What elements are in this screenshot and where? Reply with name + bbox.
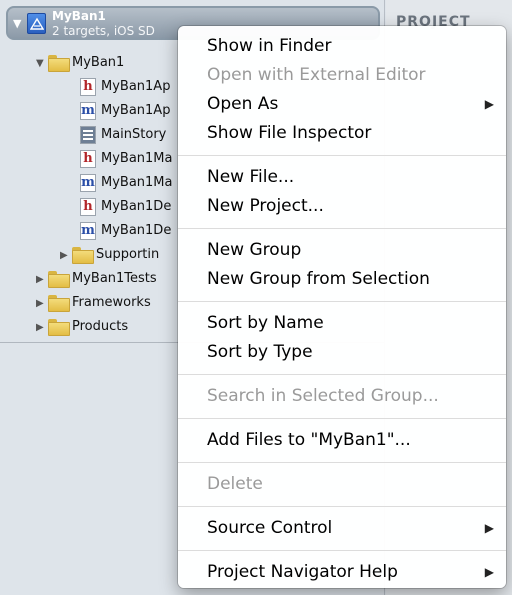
tree-item-label: Products	[72, 319, 129, 334]
tree-item-label: MyBan1Tests	[72, 271, 157, 286]
menu-separator	[178, 301, 506, 302]
menu-item-sort-by-type[interactable]: Sort by Type	[178, 338, 506, 367]
storyboard-file-icon	[80, 125, 96, 144]
menu-item-add-files[interactable]: Add Files to "MyBan1"...	[178, 426, 506, 455]
menu-item-new-file[interactable]: New File...	[178, 163, 506, 192]
tree-item-file[interactable]: MainStory	[80, 124, 166, 146]
header-file-icon: h	[80, 77, 96, 96]
tree-item-label: MainStory	[101, 127, 167, 142]
tree-item-group[interactable]: ▶ Supportin	[60, 244, 159, 266]
disclosure-closed-icon[interactable]: ▶	[36, 293, 48, 315]
folder-icon	[72, 247, 94, 264]
disclosure-open-icon[interactable]: ▼	[13, 17, 21, 30]
implementation-file-icon: m	[80, 101, 96, 120]
context-menu: Show in Finder Open with External Editor…	[178, 26, 506, 588]
menu-item-project-navigator-help[interactable]: Project Navigator Help ▶	[178, 558, 506, 587]
disclosure-open-icon[interactable]: ▼	[36, 53, 48, 75]
tree-item-file[interactable]: h MyBan1De	[80, 196, 171, 218]
header-file-icon: h	[80, 197, 96, 216]
menu-item-label: Open As	[207, 94, 279, 114]
folder-icon	[48, 319, 70, 336]
menu-separator	[178, 155, 506, 156]
xcode-window: ▼ MyBan1 2 targets, iOS SD ▼ MyBan1 h MyBa…	[0, 0, 512, 595]
tree-item-file[interactable]: m MyBan1Ap	[80, 100, 170, 122]
xcode-project-icon	[27, 13, 46, 34]
project-subtitle: 2 targets, iOS SD	[52, 24, 155, 38]
folder-icon	[48, 271, 70, 288]
menu-item-delete: Delete	[207, 474, 263, 494]
menu-item-source-control[interactable]: Source Control ▶	[178, 514, 506, 543]
tree-item-label: Supportin	[96, 247, 160, 262]
tree-item-label: MyBan1Ap	[101, 79, 171, 94]
tree-item-file[interactable]: h MyBan1Ap	[80, 76, 170, 98]
project-name: MyBan1	[52, 9, 106, 23]
menu-item-show-in-finder[interactable]: Show in Finder	[178, 32, 506, 61]
implementation-file-icon: m	[80, 173, 96, 192]
submenu-arrow-icon: ▶	[484, 521, 494, 535]
menu-item-show-file-inspector[interactable]: Show File Inspector	[178, 119, 506, 148]
tree-item-label: MyBan1Ma	[101, 175, 173, 190]
menu-item-label: Source Control	[207, 518, 333, 538]
tree-item-group[interactable]: ▶ Products	[36, 316, 128, 338]
menu-item-new-group[interactable]: New Group	[178, 236, 506, 265]
disclosure-closed-icon[interactable]: ▶	[60, 245, 72, 267]
disclosure-closed-icon[interactable]: ▶	[36, 269, 48, 291]
submenu-arrow-icon: ▶	[484, 565, 494, 579]
tree-item-label: MyBan1De	[101, 199, 172, 214]
tree-item-label: Frameworks	[72, 295, 151, 310]
tree-item-label: MyBan1	[72, 55, 125, 70]
menu-item-new-group-from-selection[interactable]: New Group from Selection	[178, 265, 506, 294]
menu-separator	[178, 374, 506, 375]
menu-separator	[178, 506, 506, 507]
tree-item-label: MyBan1De	[101, 223, 172, 238]
menu-item-new-project[interactable]: New Project...	[178, 192, 506, 221]
folder-icon	[48, 55, 70, 72]
tree-item-label: MyBan1Ap	[101, 103, 171, 118]
header-file-icon: h	[80, 149, 96, 168]
menu-separator	[178, 228, 506, 229]
tree-item-group[interactable]: ▶ MyBan1Tests	[36, 268, 157, 290]
menu-separator	[178, 418, 506, 419]
menu-separator	[178, 550, 506, 551]
tree-item-group[interactable]: ▶ Frameworks	[36, 292, 151, 314]
folder-icon	[48, 295, 70, 312]
menu-item-label: Project Navigator Help	[207, 562, 398, 582]
tree-item-file[interactable]: m MyBan1Ma	[80, 172, 173, 194]
tree-item-file[interactable]: h MyBan1Ma	[80, 148, 173, 170]
menu-item-open-with-external-editor: Open with External Editor	[207, 65, 426, 85]
tree-item-label: MyBan1Ma	[101, 151, 173, 166]
menu-separator	[178, 462, 506, 463]
menu-item-search-in-selected-group: Search in Selected Group...	[207, 386, 439, 406]
tree-item-file[interactable]: m MyBan1De	[80, 220, 171, 242]
implementation-file-icon: m	[80, 221, 96, 240]
menu-item-open-as[interactable]: Open As ▶	[178, 90, 506, 119]
disclosure-closed-icon[interactable]: ▶	[36, 317, 48, 339]
submenu-arrow-icon: ▶	[484, 97, 494, 111]
tree-item-group[interactable]: ▼ MyBan1	[36, 52, 124, 74]
menu-item-sort-by-name[interactable]: Sort by Name	[178, 309, 506, 338]
